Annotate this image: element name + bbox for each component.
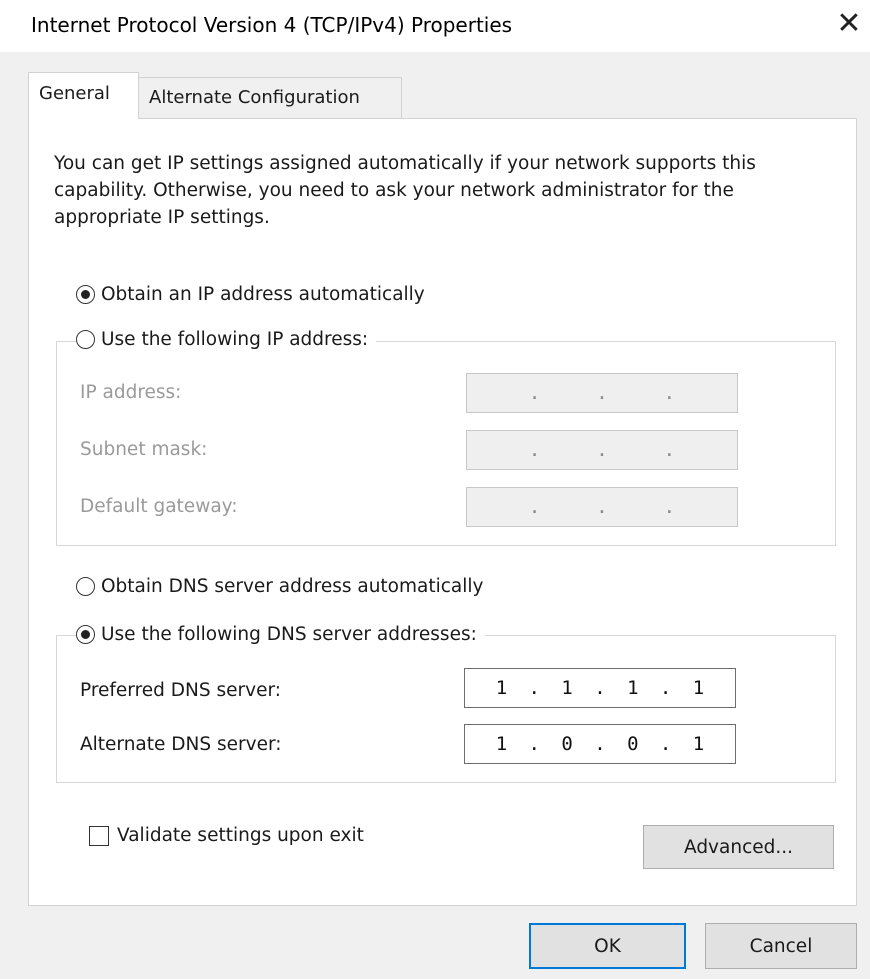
window-title: Internet Protocol Version 4 (TCP/IPv4) P… [31, 13, 513, 37]
ok-button[interactable]: OK [529, 923, 686, 969]
use-following-ip-label: Use the following IP address: [101, 329, 369, 350]
description-text: You can get IP settings assigned automat… [54, 153, 756, 228]
radio-unselected-icon [76, 577, 95, 596]
validate-settings-label: Validate settings upon exit [117, 825, 364, 846]
advanced-button[interactable]: Advanced... [643, 825, 834, 869]
use-following-ip-radio[interactable]: Use the following IP address: [76, 329, 377, 350]
obtain-ip-auto-radio[interactable]: Obtain an IP address automatically [76, 284, 425, 305]
default-gateway-input[interactable]: ... [466, 487, 738, 527]
preferred-dns-label: Preferred DNS server: [80, 680, 281, 701]
obtain-dns-auto-radio[interactable]: Obtain DNS server address automatically [76, 576, 483, 597]
subnet-mask-input[interactable]: ... [466, 430, 738, 470]
preferred-dns-input[interactable]: 1.1.1.1 [464, 668, 736, 708]
radio-selected-icon [76, 285, 95, 304]
use-following-dns-label: Use the following DNS server addresses: [101, 624, 477, 645]
radio-unselected-icon [76, 330, 95, 349]
obtain-ip-auto-label: Obtain an IP address automatically [101, 284, 425, 305]
validate-settings-checkbox[interactable] [89, 826, 109, 846]
alternate-dns-label: Alternate DNS server: [80, 734, 282, 755]
subnet-mask-label: Subnet mask: [80, 439, 208, 460]
ip-address-label: IP address: [80, 382, 182, 403]
alternate-dns-input[interactable]: 1.0.0.1 [464, 724, 736, 764]
use-following-dns-radio[interactable]: Use the following DNS server addresses: [76, 624, 485, 645]
close-icon[interactable]: ✕ [833, 8, 865, 40]
obtain-dns-auto-label: Obtain DNS server address automatically [101, 576, 484, 597]
tab-alternate-configuration[interactable]: Alternate Configuration [139, 77, 402, 119]
cancel-button[interactable]: Cancel [705, 923, 857, 969]
radio-selected-icon [76, 625, 95, 644]
tab-general[interactable]: General [28, 72, 139, 119]
default-gateway-label: Default gateway: [80, 496, 238, 517]
ip-address-input[interactable]: ... [466, 373, 738, 413]
